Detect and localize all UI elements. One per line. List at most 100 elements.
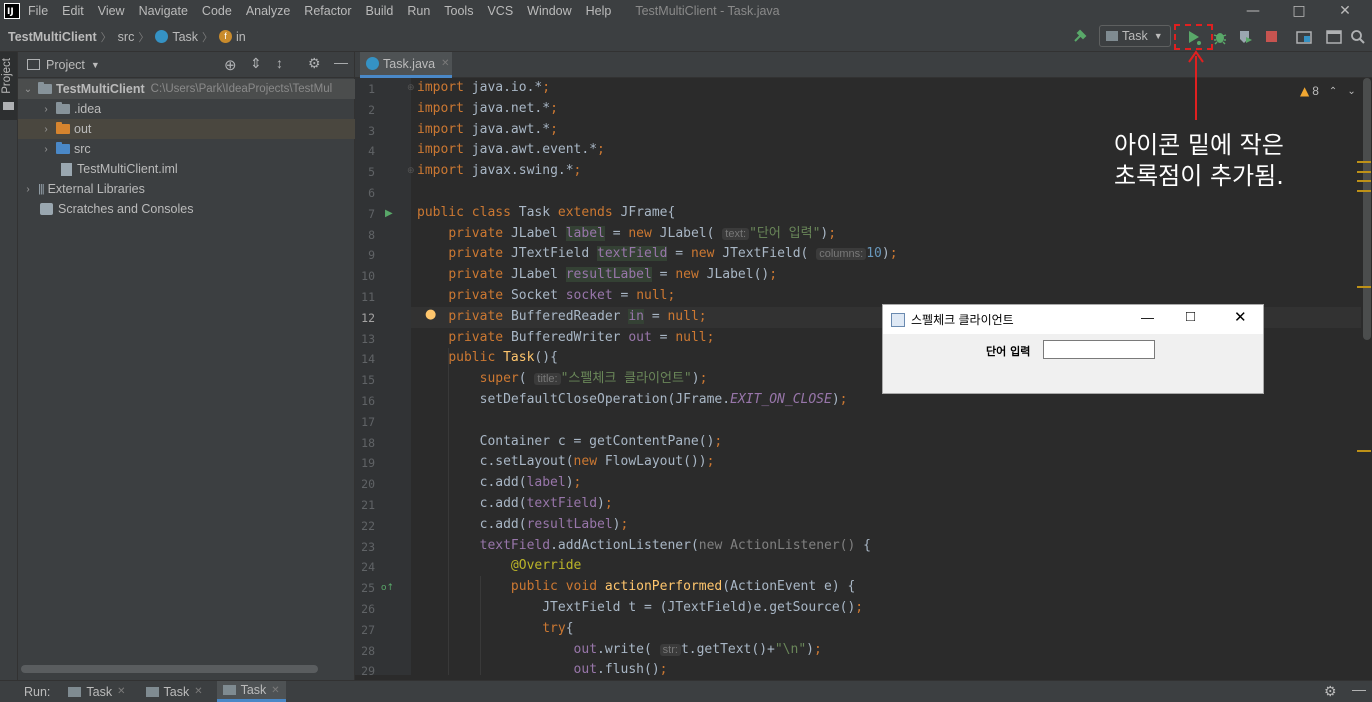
project-structure-icon[interactable] [1296, 30, 1312, 44]
menu-help[interactable]: Help [586, 4, 612, 18]
annotation-line-2: 초록점이 추가됨. [1114, 162, 1284, 190]
line-number: 4 [368, 144, 375, 158]
warning-marker[interactable] [1357, 161, 1371, 163]
line-number: 26 [361, 602, 375, 616]
tree-item-out[interactable]: › out [18, 119, 355, 139]
terminal-window-icon[interactable] [1326, 30, 1342, 44]
menu-build[interactable]: Build [366, 4, 394, 18]
breadcrumb-project[interactable]: TestMultiClient [8, 30, 97, 44]
run-tab-1[interactable]: Task [86, 685, 112, 699]
menu-tools[interactable]: Tools [444, 4, 473, 18]
collapse-all-icon[interactable]: ↕ [276, 55, 283, 71]
gear-icon[interactable]: ⚙ [1324, 683, 1337, 700]
run-config-label: Task [1122, 29, 1148, 43]
line-number: 14 [361, 352, 375, 366]
project-view-label[interactable]: Project [46, 58, 85, 72]
build-hammer-icon[interactable] [1072, 28, 1088, 44]
line-number: 11 [361, 290, 375, 304]
run-tab-3-container[interactable]: Task ✕ [216, 681, 286, 702]
menu-vcs[interactable]: VCS [487, 4, 513, 18]
tree-item-root[interactable]: ⌄ TestMultiClient C:\Users\Park\IdeaProj… [18, 79, 355, 99]
tab-task-java[interactable]: Task.java ✕ [360, 52, 452, 78]
menu-edit[interactable]: Edit [62, 4, 84, 18]
vertical-scrollbar[interactable] [1361, 78, 1372, 675]
project-tool-tab[interactable]: Project [0, 52, 17, 120]
close-icon[interactable]: ✕ [1322, 0, 1368, 22]
gear-icon[interactable]: ⚙ [308, 55, 321, 72]
stop-icon[interactable] [1266, 31, 1277, 42]
breadcrumb-task[interactable]: Task [172, 30, 198, 44]
string-literal: "\n" [774, 642, 807, 657]
code-line-18: Container c = getContentPane(); [417, 434, 723, 449]
param-hint: columns: [816, 248, 867, 260]
run-tool-bar: Run: Task ✕ Task ✕ Task ✕ ⚙ — [0, 680, 1372, 702]
tree-item-src[interactable]: › src [18, 139, 355, 159]
hide-panel-icon[interactable]: — [1352, 681, 1366, 697]
scrollbar-thumb[interactable] [1363, 78, 1371, 340]
iml-file-icon [61, 162, 72, 176]
close-tab-icon[interactable]: ✕ [194, 686, 202, 697]
line-number: 25 [361, 581, 375, 595]
warning-marker[interactable] [1357, 171, 1371, 173]
menu-file[interactable]: File [28, 4, 48, 18]
coverage-icon[interactable] [1237, 29, 1253, 45]
run-configuration-select[interactable]: Task ▼ [1099, 25, 1171, 47]
folder-icon [3, 102, 14, 110]
code-line-1: import java.io.*; [417, 80, 551, 95]
inspection-widget[interactable]: ▲ 8 ⌃ ⌄ [1300, 84, 1356, 98]
menu-run[interactable]: Run [407, 4, 430, 18]
chevron-right-icon: › [44, 143, 48, 155]
menu-refactor[interactable]: Refactor [304, 4, 351, 18]
dialog-title-bar: 스펠체크 클라이언트 — □ ✕ [883, 305, 1263, 334]
code-line-5: import javax.swing.*; [417, 163, 582, 178]
run-tab-2[interactable]: Task [164, 685, 190, 699]
dialog-maximize-icon[interactable]: □ [1186, 308, 1195, 325]
chevron-down-icon[interactable]: ⌄ [1347, 86, 1355, 97]
tree-item-external-libraries[interactable]: › ||| External Libraries [18, 179, 355, 199]
run-icon[interactable] [1186, 29, 1202, 45]
chevron-down-icon[interactable]: ▼ [91, 60, 100, 70]
tree-item-idea[interactable]: › .idea [18, 99, 355, 119]
project-panel: Project ▼ ⊕ ⇕ ↕ ⚙ — ⌄ TestMultiClient C:… [18, 52, 355, 680]
menu-analyze[interactable]: Analyze [246, 4, 290, 18]
debug-icon[interactable] [1212, 29, 1228, 45]
maximize-icon[interactable]: □ [1276, 0, 1322, 22]
horizontal-scrollbar[interactable] [21, 665, 318, 673]
warning-marker[interactable] [1357, 450, 1371, 452]
warning-marker[interactable] [1357, 286, 1371, 288]
menu-navigate[interactable]: Navigate [139, 4, 188, 18]
code-line-24: @Override [510, 558, 582, 573]
tree-item-scratches[interactable]: Scratches and Consoles [18, 199, 355, 219]
dialog-minimize-icon[interactable]: — [1141, 310, 1154, 325]
line-number: 3 [368, 124, 375, 138]
dialog-close-icon[interactable]: ✕ [1234, 308, 1247, 326]
breadcrumb-separator-icon: 〉 [138, 31, 150, 44]
menu-view[interactable]: View [98, 4, 125, 18]
line-number: 19 [361, 456, 375, 470]
run-gutter-icon[interactable]: ▶ [385, 208, 393, 219]
code-line-29: out.flush(); [573, 662, 668, 675]
dialog-word-input[interactable] [1043, 340, 1155, 359]
close-tab-icon[interactable]: ✕ [271, 685, 279, 696]
chevron-up-icon[interactable]: ⌃ [1329, 86, 1337, 97]
warning-marker[interactable] [1357, 180, 1371, 182]
line-number: 18 [361, 436, 375, 450]
expand-all-icon[interactable]: ⇕ [250, 55, 262, 72]
menu-window[interactable]: Window [527, 4, 571, 18]
hide-panel-icon[interactable]: — [334, 54, 348, 70]
menu-bar: IJ File Edit View Navigate Code Analyze … [0, 0, 1372, 22]
menu-code[interactable]: Code [202, 4, 232, 18]
search-icon[interactable] [1350, 29, 1366, 45]
override-gutter-icon[interactable]: o↑ [381, 583, 394, 593]
tab-label: Task.java [383, 56, 436, 71]
close-tab-icon[interactable]: ✕ [117, 686, 125, 697]
minimize-icon[interactable]: — [1230, 0, 1276, 22]
line-number: 23 [361, 540, 375, 554]
close-tab-icon[interactable]: ✕ [441, 58, 449, 69]
code-line-20: c.add(label); [417, 475, 582, 490]
breadcrumb-in[interactable]: in [236, 30, 246, 44]
warning-marker[interactable] [1357, 190, 1371, 192]
tree-item-iml[interactable]: TestMultiClient.iml [18, 159, 355, 179]
breadcrumb-src[interactable]: src [118, 30, 135, 44]
locate-target-icon[interactable]: ⊕ [224, 56, 237, 74]
